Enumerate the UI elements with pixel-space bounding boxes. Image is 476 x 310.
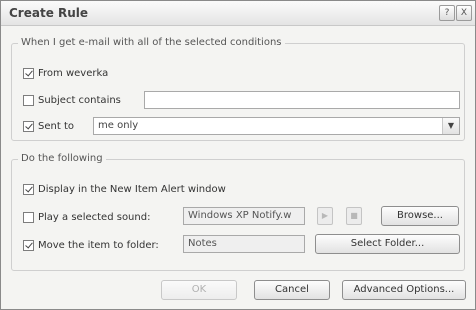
subject-input[interactable] [144,91,460,109]
sent-to-checkbox-row[interactable]: Sent to [23,118,74,134]
stop-icon: ■ [346,207,362,225]
play-sound-row[interactable]: Play a selected sound: [23,209,150,225]
from-checkbox-row[interactable]: From weverka [23,65,108,81]
cancel-button[interactable]: Cancel [254,280,330,300]
sent-to-checkbox[interactable] [23,120,34,132]
dialog-title: Create Rule [9,6,89,20]
create-rule-dialog: Create Rule ? X When I get e-mail with a… [0,0,476,310]
subject-checkbox-row[interactable]: Subject contains [23,92,121,108]
help-icon[interactable]: ? [439,5,455,21]
subject-checkbox[interactable] [23,94,34,106]
display-alert-label: Display in the New Item Alert window [38,183,226,195]
sent-to-dropdown[interactable]: me only ▼ [93,117,460,135]
folder-field: Notes [183,235,305,253]
title-bar: Create Rule ? X [1,1,475,26]
subject-label: Subject contains [38,94,121,106]
move-item-label: Move the item to folder: [38,239,159,251]
display-alert-checkbox[interactable] [23,183,34,195]
advanced-options-button[interactable]: Advanced Options... [342,280,466,300]
display-alert-row[interactable]: Display in the New Item Alert window [23,181,226,197]
sent-to-value: me only [98,120,139,131]
move-item-row[interactable]: Move the item to folder: [23,237,159,253]
from-label: From weverka [38,67,109,79]
actions-legend: Do the following [18,153,106,164]
sent-to-label: Sent to [38,120,74,132]
from-checkbox[interactable] [23,67,34,79]
move-item-checkbox[interactable] [23,239,34,251]
play-icon: ▶ [317,207,333,225]
conditions-legend: When I get e-mail with all of the select… [18,37,285,48]
play-sound-checkbox[interactable] [23,211,34,223]
play-sound-label: Play a selected sound: [38,211,151,223]
browse-button[interactable]: Browse... [381,206,459,226]
close-icon[interactable]: X [456,5,472,21]
ok-button[interactable]: OK [161,280,237,300]
select-folder-button[interactable]: Select Folder... [315,234,460,254]
chevron-down-icon[interactable]: ▼ [442,118,459,134]
sound-file-field: Windows XP Notify.w [183,207,305,225]
